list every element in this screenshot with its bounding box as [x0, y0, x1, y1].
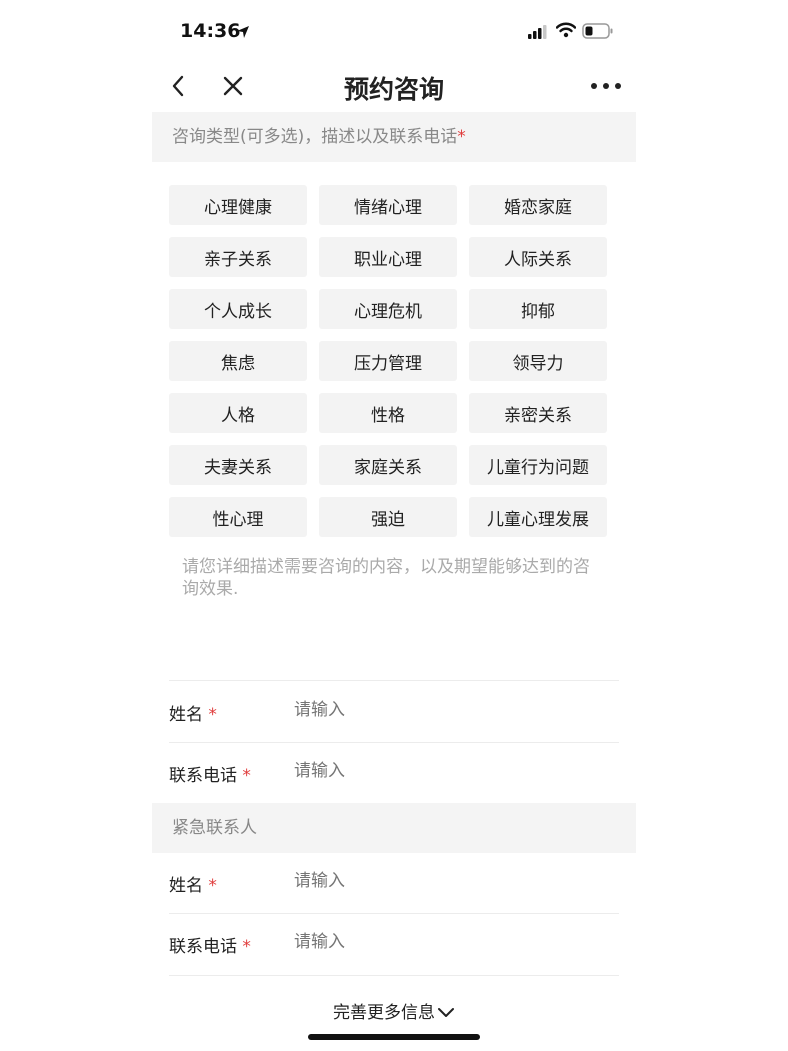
tag-option[interactable]: 亲子关系 [169, 237, 307, 277]
tag-option[interactable]: 心理危机 [319, 289, 457, 329]
emergency-section-header: 紧急联系人 [152, 803, 636, 853]
tag-option[interactable]: 情绪心理 [319, 185, 457, 225]
status-bar: 14:36 [152, 0, 636, 60]
tag-option[interactable]: 家庭关系 [319, 445, 457, 485]
contact-name-field: 姓名 * [169, 682, 619, 742]
location-arrow-icon [236, 24, 250, 43]
emergency-phone-input[interactable] [294, 932, 594, 952]
screen: 14:36 预约咨询 咨询类型(可多选)，描述以及联系电话* 心理健康 情绪心理… [152, 0, 636, 1051]
tag-option[interactable]: 人格 [169, 393, 307, 433]
wifi-icon [555, 22, 577, 42]
emergency-phone-field: 联系电话 * [169, 914, 619, 974]
tag-option[interactable]: 性格 [319, 393, 457, 433]
tag-option[interactable]: 个人成长 [169, 289, 307, 329]
tag-option[interactable]: 焦虑 [169, 341, 307, 381]
tag-option[interactable]: 职业心理 [319, 237, 457, 277]
more-info-label: 完善更多信息 [333, 1003, 435, 1023]
consult-type-tags: 心理健康 情绪心理 婚恋家庭 亲子关系 职业心理 人际关系 个人成长 心理危机 … [169, 185, 619, 537]
tag-option[interactable]: 领导力 [469, 341, 607, 381]
emergency-section-title: 紧急联系人 [172, 818, 257, 838]
battery-icon [582, 23, 614, 43]
divider [169, 680, 619, 681]
page-title: 预约咨询 [343, 75, 444, 104]
emergency-name-input[interactable] [294, 871, 594, 891]
tag-option[interactable]: 人际关系 [469, 237, 607, 277]
required-mark: * [457, 127, 466, 147]
tag-option[interactable]: 心理健康 [169, 185, 307, 225]
chevron-down-icon [435, 1003, 455, 1023]
phone-label: 联系电话 * [169, 766, 251, 786]
emergency-phone-label: 联系电话 * [169, 937, 251, 957]
name-label: 姓名 * [169, 705, 217, 725]
home-indicator[interactable] [308, 1034, 480, 1040]
divider [169, 975, 619, 976]
consult-section-header: 咨询类型(可多选)，描述以及联系电话* [152, 112, 636, 162]
tag-option[interactable]: 婚恋家庭 [469, 185, 607, 225]
tag-option[interactable]: 亲密关系 [469, 393, 607, 433]
tag-option[interactable]: 强迫 [319, 497, 457, 537]
tag-option[interactable]: 压力管理 [319, 341, 457, 381]
emergency-name-label: 姓名 * [169, 876, 217, 896]
tag-option[interactable]: 儿童行为问题 [469, 445, 607, 485]
phone-input[interactable] [294, 761, 594, 781]
name-input[interactable] [294, 700, 594, 720]
emergency-name-field: 姓名 * [169, 853, 619, 913]
more-info-button[interactable]: 完善更多信息 [152, 998, 636, 1023]
description-textarea[interactable]: 请您详细描述需要咨询的内容，以及期望能够达到的咨询效果. [182, 556, 606, 600]
tag-option[interactable]: 夫妻关系 [169, 445, 307, 485]
tag-option[interactable]: 儿童心理发展 [469, 497, 607, 537]
contact-phone-field: 联系电话 * [169, 743, 619, 803]
cellular-signal-icon [528, 24, 548, 43]
consult-section-title: 咨询类型(可多选)，描述以及联系电话 [172, 127, 458, 147]
more-options-icon[interactable] [588, 76, 624, 96]
tag-option[interactable]: 抑郁 [469, 289, 607, 329]
status-time: 14:36 [180, 20, 241, 42]
tag-option[interactable]: 性心理 [169, 497, 307, 537]
nav-bar: 预约咨询 [152, 60, 636, 112]
